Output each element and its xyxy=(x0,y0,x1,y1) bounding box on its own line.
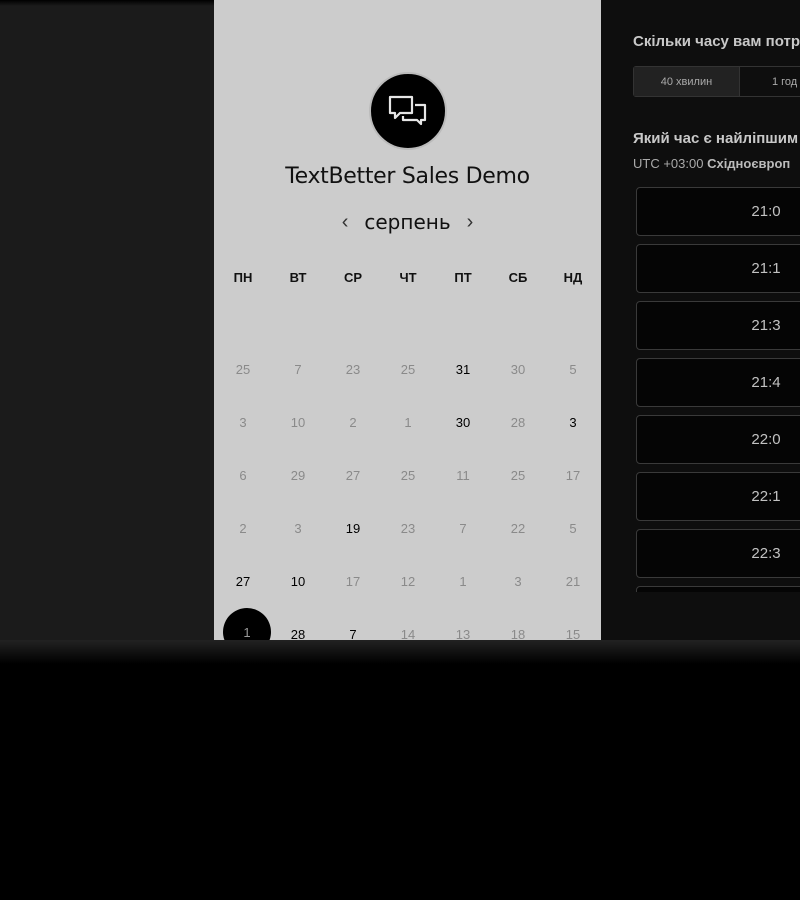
calendar-day: 27 xyxy=(345,468,361,483)
time-slot-list: 21:0 21:1 21:3 21:4 22:0 22:1 22:3 xyxy=(636,187,800,592)
calendar-day: 5 xyxy=(569,362,577,377)
duration-option-1h[interactable]: 1 год xyxy=(740,67,800,96)
calendar-day[interactable]: 3 xyxy=(553,415,593,430)
calendar-day[interactable]: 31 xyxy=(443,362,483,377)
booking-panel: Скільки часу вам потр 40 хвилин 1 год Як… xyxy=(601,0,800,640)
time-slot-button[interactable]: 21:3 xyxy=(636,301,800,350)
calendar-day: 25 xyxy=(510,468,526,483)
timezone-offset: UTC +03:00 xyxy=(633,156,704,171)
calendar-day: 1 xyxy=(404,415,412,430)
calendar-day: 25 xyxy=(235,362,251,377)
duration-option-40min[interactable]: 40 хвилин xyxy=(634,67,740,96)
time-slot-button[interactable]: 22:3 xyxy=(636,529,800,578)
calendar-day[interactable]: 10 xyxy=(278,574,318,589)
calendar-day[interactable]: 19 xyxy=(333,521,373,536)
bottom-shadow xyxy=(0,640,800,664)
calendar-day: 2 xyxy=(239,521,247,536)
calendar-day: 6 xyxy=(239,468,247,483)
time-slot-button[interactable]: 21:1 xyxy=(636,244,800,293)
calendar-day[interactable]: 27 xyxy=(223,574,263,589)
time-slot-button[interactable] xyxy=(636,586,800,592)
calendar-day: 10 xyxy=(290,415,306,430)
duration-selector: 40 хвилин 1 год xyxy=(633,66,800,97)
timezone-name: Східноєвроп xyxy=(707,156,791,171)
calendar-day: 28 xyxy=(510,415,526,430)
calendar-day: 3 xyxy=(514,574,522,589)
calendar-day: 7 xyxy=(459,521,467,536)
calendar-panel: TextBetter Sales Demo ‹ серпень › ПН ВТ … xyxy=(214,0,601,658)
calendar-day: 23 xyxy=(400,521,416,536)
duration-question: Скільки часу вам потр xyxy=(633,33,800,50)
time-slot-button[interactable]: 21:0 xyxy=(636,187,800,236)
calendar-day: 5 xyxy=(569,521,577,536)
calendar-day: 29 xyxy=(290,468,306,483)
calendar-day: 25 xyxy=(400,468,416,483)
calendar-day: 3 xyxy=(294,521,302,536)
calendar-day: 30 xyxy=(510,362,526,377)
calendar-day: 23 xyxy=(345,362,361,377)
calendar-day: 7 xyxy=(294,362,302,377)
time-slot-button[interactable]: 21:4 xyxy=(636,358,800,407)
calendar-day[interactable]: 30 xyxy=(443,415,483,430)
time-slot-button[interactable]: 22:1 xyxy=(636,472,800,521)
calendar-day: 11 xyxy=(456,468,470,483)
calendar-day: 17 xyxy=(565,468,581,483)
timezone-label: UTC +03:00 Східноєвроп xyxy=(633,156,790,171)
calendar-day: 22 xyxy=(510,521,526,536)
day-grid: 25 7 23 25 31 30 5 3 10 2 1 30 28 3 6 29 27 25 11 25 17 2 3 19 2… xyxy=(214,0,601,658)
calendar-day: 3 xyxy=(239,415,247,430)
time-question: Який час є найліпшим xyxy=(633,130,799,147)
calendar-day: 12 xyxy=(400,574,416,589)
calendar-day: 17 xyxy=(345,574,361,589)
top-shadow xyxy=(0,0,214,6)
calendar-day: 1 xyxy=(459,574,467,589)
left-backdrop xyxy=(0,0,214,640)
time-slot-button[interactable]: 22:0 xyxy=(636,415,800,464)
calendar-day: 2 xyxy=(349,415,357,430)
page: TextBetter Sales Demo ‹ серпень › ПН ВТ … xyxy=(0,0,800,900)
calendar-day: 21 xyxy=(565,574,581,589)
calendar-day: 25 xyxy=(400,362,416,377)
